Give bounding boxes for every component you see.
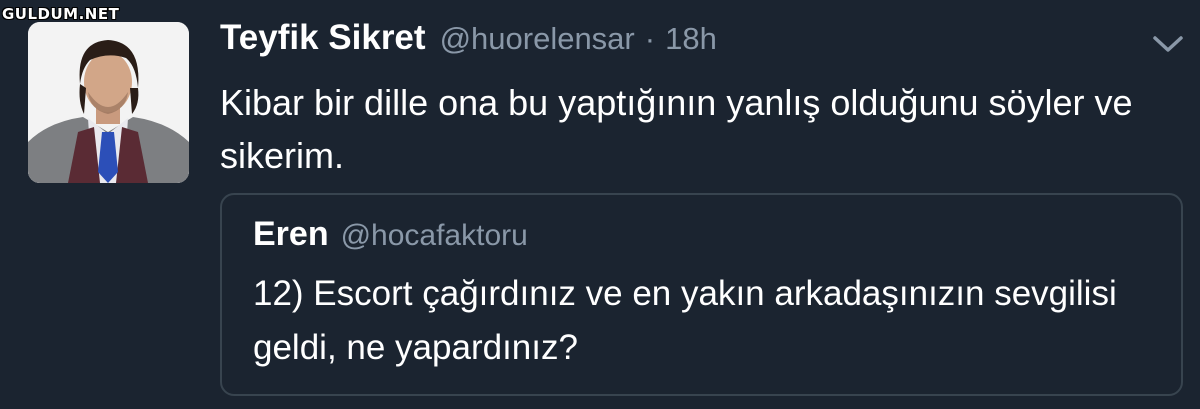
author-name[interactable]: Teyfik Sikret — [220, 18, 426, 58]
avatar[interactable] — [28, 22, 189, 183]
chevron-down-icon[interactable] — [1150, 32, 1186, 56]
quoted-tweet-header: Eren @hocafaktoru — [253, 215, 528, 254]
quoted-author-handle: @hocafaktoru — [340, 219, 528, 252]
quoted-tweet[interactable]: Eren @hocafaktoru 12) Escort çağırdınız … — [220, 193, 1183, 396]
author-handle[interactable]: @huorelensar — [440, 21, 635, 57]
quoted-tweet-text: 12) Escort çağırdınız ve en yakın arkada… — [253, 274, 1117, 367]
tweet-header: Teyfik Sikret @huorelensar · 18h — [220, 18, 717, 62]
timestamp[interactable]: 18h — [665, 21, 717, 57]
tweet-text: Kibar bir dille ona bu yaptığının yanlış… — [220, 82, 1133, 176]
quoted-author-name: Eren — [253, 215, 329, 253]
separator-dot: · — [644, 21, 656, 56]
watermark: GULDUM.NET — [2, 5, 120, 23]
